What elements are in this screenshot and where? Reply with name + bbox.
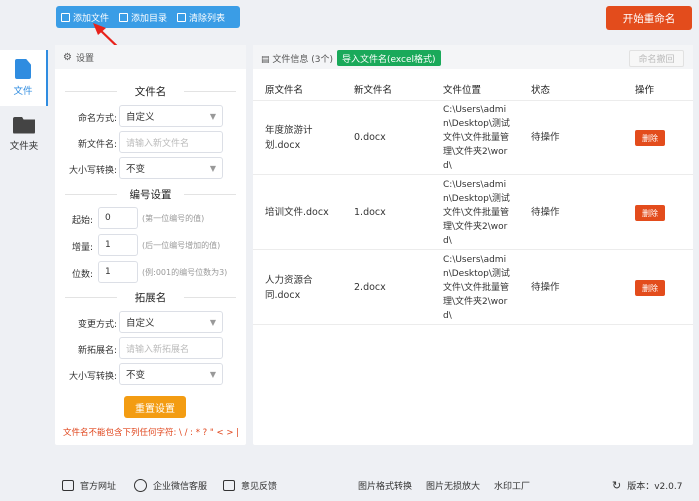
footer-feedback-link[interactable]: 意见反馈 (223, 479, 277, 492)
ext-mode-label: 变更方式: (77, 320, 117, 330)
orig-filename: 年度旅游计划.docx (265, 125, 313, 151)
sidebar-item-file[interactable]: 文件 (0, 50, 48, 106)
delete-button[interactable]: 删除 (635, 280, 665, 296)
new-filename: 1.docx (354, 207, 386, 218)
footer-wechat-link[interactable]: 企业微信客服 (134, 479, 207, 492)
file-location: C:\Users\admin\Desktop\测试文件\文件批量管理\文件夹2\… (443, 105, 510, 171)
clear-list-label: 清除列表 (189, 13, 226, 24)
footer-website-label: 官方网址 (80, 482, 117, 492)
file-count: (3个) (311, 55, 334, 65)
sidebar-item-label: 文件夹 (9, 140, 39, 152)
case-label: 大小写转换: (68, 166, 117, 176)
file-status: 待操作 (531, 132, 560, 143)
start-rename-button[interactable]: 开始重命名 (606, 6, 692, 30)
monitor-icon (62, 480, 74, 491)
case-select[interactable]: 不变 ▼ (119, 157, 223, 179)
settings-title: 设置 (75, 53, 94, 64)
ext-case-label: 大小写转换: (68, 372, 117, 382)
start-hint: (第一位编号的值) (142, 214, 205, 223)
start-input[interactable]: 0 (98, 207, 138, 229)
add-folder-icon (119, 12, 129, 22)
refresh-icon: ↻ (612, 479, 622, 492)
start-label: 起始: (71, 216, 93, 226)
import-excel-button[interactable]: 导入文件名(excel格式) (337, 50, 441, 66)
clear-list-button[interactable]: 清除列表 (172, 6, 230, 28)
case-value: 不变 (126, 164, 146, 175)
chevron-down-icon: ▼ (209, 111, 216, 121)
digits-label: 位数: (71, 270, 93, 280)
filename-warning: 文件名不能包含下列任何字符: \ / : * ? " < > | (62, 428, 240, 438)
column-header-location: 文件位置 (443, 85, 482, 96)
footer-version: ↻ 版本：v2.0.7 (612, 479, 682, 492)
file-info-label: 文件信息 (272, 55, 309, 65)
filename-section-title: 文件名 (55, 84, 246, 99)
column-header-new: 新文件名 (354, 85, 393, 96)
trash-icon (177, 12, 187, 22)
table-row[interactable]: 年度旅游计划.docx 0.docx C:\Users\admin\Deskto… (253, 101, 693, 175)
undo-rename-button[interactable]: 命名撤回 (629, 50, 684, 67)
new-filename: 0.docx (354, 132, 386, 143)
sidebar-item-label: 文件 (13, 86, 33, 97)
file-list-header: ▤ 文件信息 (3个) 导入文件名(excel格式) 命名撤回 (253, 45, 693, 69)
ext-case-value: 不变 (126, 370, 146, 381)
file-location: C:\Users\admin\Desktop\测试文件\文件批量管理\文件夹2\… (443, 180, 510, 246)
settings-panel: ⚙ 设置 文件名 命名方式: 自定义 ▼ 新文件名: 请输入新文件名 大小写转换… (55, 45, 246, 445)
ext-mode-value: 自定义 (126, 318, 155, 329)
new-ext-input[interactable]: 请输入新拓展名 (119, 337, 223, 359)
orig-filename: 人力资源合同.docx (265, 275, 313, 301)
number-section-title: 编号设置 (55, 187, 246, 202)
file-status: 待操作 (531, 282, 560, 293)
file-list-panel: ▤ 文件信息 (3个) 导入文件名(excel格式) 命名撤回 原文件名 新文件… (253, 45, 693, 445)
footer-img-convert-link[interactable]: 图片格式转换 (358, 479, 412, 492)
chevron-down-icon: ▼ (209, 163, 216, 173)
file-icon (15, 59, 31, 79)
feedback-icon (223, 480, 235, 491)
naming-label: 命名方式: (77, 114, 117, 124)
footer-watermark-link[interactable]: 水印工厂 (494, 479, 530, 492)
chat-icon (134, 479, 147, 492)
table-row[interactable]: 培训文件.docx 1.docx C:\Users\admin\Desktop\… (253, 176, 693, 250)
file-status: 待操作 (531, 207, 560, 218)
file-info-icon: ▤ (261, 55, 270, 65)
naming-value: 自定义 (126, 112, 155, 123)
ext-case-select[interactable]: 不变 ▼ (119, 363, 223, 385)
version-label: 版本：v2.0.7 (627, 482, 683, 492)
orig-filename: 培训文件.docx (265, 207, 329, 218)
reset-settings-button[interactable]: 重置设置 (124, 396, 186, 418)
digits-input[interactable]: 1 (98, 261, 138, 283)
footer-website-link[interactable]: 官方网址 (62, 479, 116, 492)
column-header-status: 状态 (531, 85, 551, 96)
digits-hint: (例:001的编号位数为3) (142, 268, 228, 277)
footer-bar: 官方网址 企业微信客服 意见反馈 图片格式转换 图片无损放大 水印工厂 ↻ 版本… (0, 470, 699, 501)
extension-section-title: 拓展名 (55, 290, 246, 305)
footer-feedback-label: 意见反馈 (241, 482, 278, 492)
column-header-action: 操作 (635, 85, 655, 96)
increment-label: 增量: (71, 243, 93, 253)
chevron-down-icon: ▼ (209, 317, 216, 327)
folder-icon (13, 116, 35, 134)
new-filename: 2.docx (354, 282, 386, 293)
sidebar-item-folder[interactable]: 文件夹 (0, 106, 48, 162)
file-info-title: ▤ 文件信息 (3个) (261, 52, 333, 65)
file-location: C:\Users\admin\Desktop\测试文件\文件批量管理\文件夹2\… (443, 255, 510, 321)
column-header-orig: 原文件名 (265, 85, 304, 96)
delete-button[interactable]: 删除 (635, 130, 665, 146)
increment-hint: (后一位编号增加的值) (142, 241, 221, 250)
new-name-label: 新文件名: (77, 140, 117, 150)
footer-wechat-label: 企业微信客服 (153, 482, 208, 492)
footer-img-enlarge-link[interactable]: 图片无损放大 (426, 479, 480, 492)
ext-mode-select[interactable]: 自定义 ▼ (119, 311, 223, 333)
new-name-input[interactable]: 请输入新文件名 (119, 131, 223, 153)
gear-icon: ⚙ (63, 51, 72, 63)
increment-input[interactable]: 1 (98, 234, 138, 256)
table-row[interactable]: 人力资源合同.docx 2.docx C:\Users\admin\Deskto… (253, 251, 693, 325)
delete-button[interactable]: 删除 (635, 205, 665, 221)
naming-select[interactable]: 自定义 ▼ (119, 105, 223, 127)
chevron-down-icon: ▼ (209, 369, 216, 379)
settings-header: ⚙ 设置 (55, 45, 246, 69)
add-file-icon (61, 12, 70, 22)
new-ext-label: 新拓展名: (77, 346, 117, 356)
